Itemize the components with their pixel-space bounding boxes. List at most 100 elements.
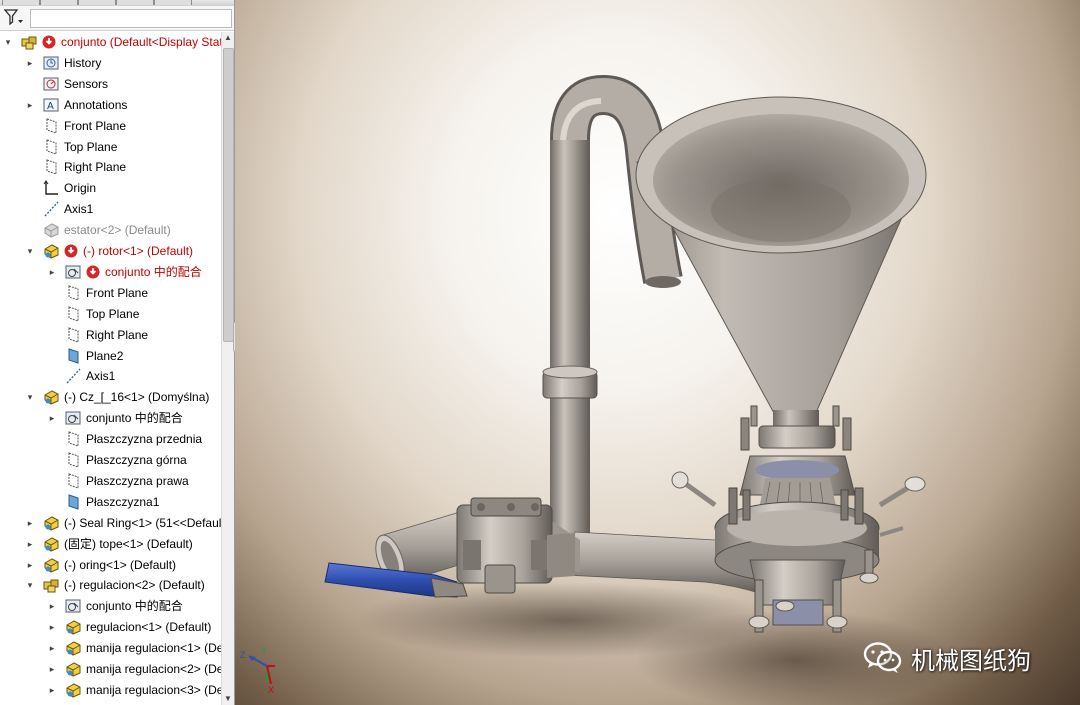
part-grey-icon [43,222,60,238]
tree-row-label: Płaszczyzna prawa [86,473,189,488]
tree-row[interactable]: Płaszczyzna1 [0,492,222,512]
tree-row[interactable]: Płaszczyzna górna [0,450,222,470]
part-icon [43,515,60,531]
graphics-viewport[interactable]: Z Y X 机械图纸狗 [235,0,1080,705]
feature-manager-panel: ▾ conjunto (Default<Display Stat ▸ History S… [0,0,235,705]
tree-row-label: Axis1 [86,369,116,384]
tree-row-label: regulacion<1> (Default) [86,620,212,635]
expand-arrow-icon[interactable]: ▸ [47,680,57,700]
part-icon [43,389,60,405]
collapse-arrow-icon[interactable]: ▾ [3,32,13,52]
tab-configuration-manager[interactable] [78,0,116,5]
tree-row-label: (固定) tope<1> (Default) [64,536,193,551]
expand-arrow-icon[interactable]: ▸ [25,513,35,533]
tree-row[interactable]: ▸ conjunto 中的配合 [0,408,222,428]
tree-row-label: Top Plane [86,306,140,321]
tree-row-label: Axis1 [64,202,94,217]
tree-row[interactable]: Front Plane [0,283,222,303]
tree-scrollbar[interactable]: ▲ ▼ [221,32,234,705]
tree-row-label: Płaszczyzna górna [86,453,187,467]
view-orientation-triad[interactable]: Z Y X [239,646,289,695]
watermark: 机械图纸狗 [863,640,1031,676]
tree-row[interactable]: Right Plane [0,157,222,177]
tree-row[interactable]: Right Plane [0,325,222,345]
tree-row-label: (-) Seal Ring<1> (51<<Default> [64,515,222,530]
tree-row-label: (-) rotor<1> (Default) [83,244,194,258]
plane-solid-icon [65,494,82,510]
scroll-up-arrow-icon[interactable]: ▲ [222,32,234,44]
tree-row[interactable]: Axis1 [0,366,222,386]
expand-arrow-icon[interactable]: ▸ [47,408,57,428]
collapse-arrow-icon[interactable]: ▾ [25,241,35,261]
plane-icon [43,159,60,176]
expand-arrow-icon[interactable]: ▸ [25,95,35,115]
plane-solid-icon [65,347,82,364]
tree-row-label: conjunto 中的配合 [86,599,183,614]
plane-icon [65,285,82,301]
sensors-icon [43,76,60,92]
tree-row[interactable]: ▸ manija regulacion<3> (Defa [0,680,222,700]
tree-row[interactable]: Origin [0,178,222,198]
tree-row[interactable]: ▸ A Annotations [0,95,222,115]
tree-row[interactable]: Płaszczyzna prawa [0,471,222,491]
feature-tree: ▾ conjunto (Default<Display Stat ▸ History S… [0,32,222,705]
tab-feature-manager[interactable] [2,0,40,5]
triad-z-label: Z [240,650,246,660]
filter-icon[interactable] [3,9,24,27]
plane-icon [43,138,60,155]
tree-row[interactable]: ▸ manija regulacion<1> (Defa [0,638,222,658]
tree-row[interactable]: ▸ (固定) tope<1> (Default) [0,534,222,554]
watermark-text: 机械图纸狗 [911,646,1031,675]
tree-row[interactable]: ▾ conjunto (Default<Display Stat [0,32,222,52]
mates-icon [65,598,82,614]
collapse-arrow-icon[interactable]: ▾ [25,387,35,407]
tree-row-label: conjunto (Default<Display Stat [61,35,222,49]
tree-filter-input[interactable] [30,9,232,28]
tree-row[interactable]: ▸ conjunto 中的配合 [0,596,222,616]
expand-arrow-icon[interactable]: ▸ [47,638,57,658]
plane-icon [65,326,82,343]
tree-row-label: Płaszczyzna przednia [86,432,203,447]
expand-arrow-icon[interactable]: ▸ [25,534,35,554]
part-icon [65,619,82,635]
tree-row[interactable]: ▾ (-) rotor<1> (Default) [0,241,222,261]
tree-row[interactable]: Sensors [0,74,222,94]
tab-property-manager[interactable] [40,0,78,5]
tree-row-label: History [64,55,102,70]
tree-row-label: (-) regulacion<2> (Default) [64,578,205,593]
tab-display-manager[interactable] [154,0,192,5]
plane-icon [65,305,82,322]
rebuild-error-icon [42,35,56,49]
tree-row[interactable]: Front Plane [0,116,222,136]
expand-arrow-icon[interactable]: ▸ [25,555,35,575]
tree-row[interactable]: Top Plane [0,137,222,157]
expand-arrow-icon[interactable]: ▸ [47,262,57,282]
tree-row[interactable]: ▾ (-) regulacion<2> (Default) [0,575,222,595]
tree-row[interactable]: Axis1 [0,199,222,219]
tree-row[interactable]: ▸ regulacion<1> (Default) [0,617,222,637]
tree-row[interactable]: ▸ manija regulacion<2> (Defa [0,659,222,679]
expand-arrow-icon[interactable]: ▸ [47,617,57,637]
tree-row[interactable]: Top Plane [0,304,222,324]
tree-row[interactable]: estator<2> (Default) [0,220,222,240]
tree-row[interactable]: Plane2 [0,346,222,366]
expand-arrow-icon[interactable]: ▸ [47,596,57,616]
collapse-arrow-icon[interactable]: ▾ [25,575,35,595]
triad-x-label: X [268,685,274,694]
rebuild-error-icon [86,265,100,279]
tree-row[interactable]: ▸ (-) oring<1> (Default) [0,555,222,575]
tree-row-label: Right Plane [86,327,149,342]
tree-row[interactable]: ▸ (-) Seal Ring<1> (51<<Default> [0,513,222,533]
tree-row[interactable]: Płaszczyzna przednia [0,429,222,449]
scroll-down-arrow-icon[interactable]: ▼ [222,693,234,705]
expand-arrow-icon[interactable]: ▸ [25,53,35,73]
expand-arrow-icon[interactable]: ▸ [47,659,57,679]
tree-row-label: Right Plane [64,160,127,175]
part-icon [43,243,60,259]
tree-row[interactable]: ▸ History [0,53,222,73]
tree-row[interactable]: ▸ conjunto 中的配合 [0,262,222,282]
scrollbar-thumb[interactable] [223,48,234,342]
tree-row-label: Płaszczyzna1 [86,494,160,509]
tree-row[interactable]: ▾ (-) Cz_[_16<1> (Domyślna) [0,387,222,407]
tab-dimxpert-manager[interactable] [116,0,154,5]
